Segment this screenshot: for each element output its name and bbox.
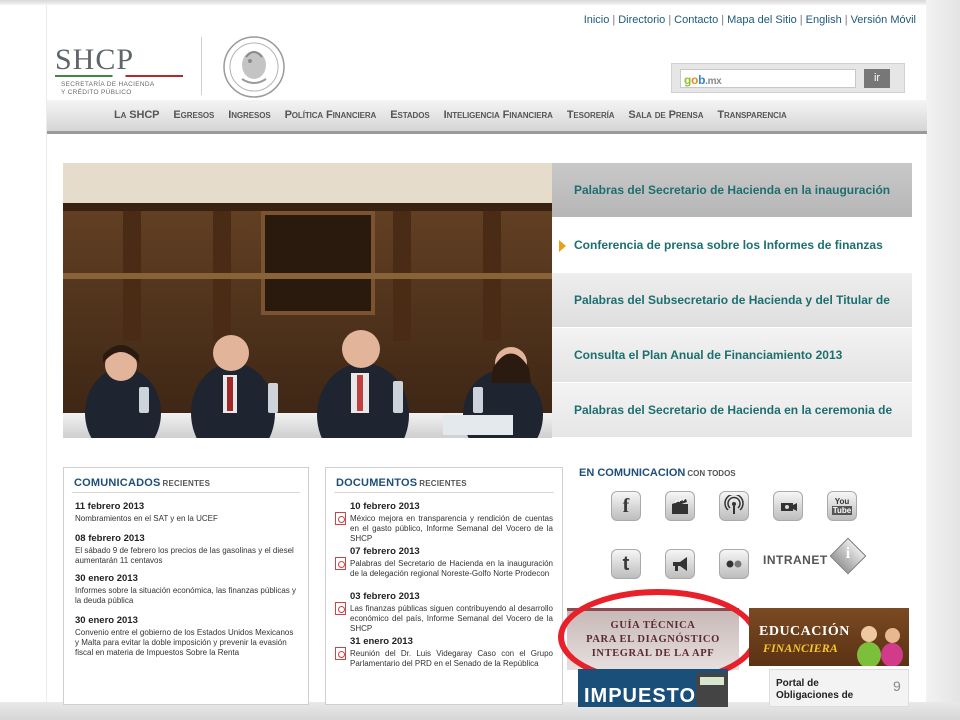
right-gutter: [926, 0, 960, 720]
nav-tesoreria[interactable]: Tesorería: [560, 100, 622, 131]
item-text[interactable]: México mejora en transparencia y rendici…: [350, 514, 553, 544]
comunicados-box: COMUNICADOS RECIENTES 11 febrero 2013 Nom…: [63, 467, 309, 705]
twitter-icon[interactable]: t: [611, 549, 641, 579]
headline-item[interactable]: Palabras del Secretario de Hacienda en l…: [552, 383, 912, 438]
kid-illustration: [857, 642, 881, 666]
edu-line-1: EDUCACIÓN: [759, 624, 850, 639]
headline-item[interactable]: Consulta el Plan Anual de Financiamiento…: [552, 328, 912, 383]
facebook-icon[interactable]: f: [611, 491, 641, 521]
item-text[interactable]: Reunión del Dr. Luis Videgaray Caso con …: [350, 649, 553, 669]
portal-obligaciones-banner[interactable]: Portal de Obligaciones de: [769, 669, 909, 707]
documento-item[interactable]: 10 febrero 2013 México mejora en transpa…: [335, 501, 553, 544]
item-date: 10 febrero 2013: [350, 501, 420, 512]
nav-inteligencia-financiera[interactable]: Inteligencia Financiera: [437, 100, 560, 131]
utility-link-inicio[interactable]: Inicio: [584, 14, 610, 26]
item-text[interactable]: Las finanzas públicas siguen contribuyen…: [350, 604, 553, 634]
kid-illustration: [885, 628, 900, 643]
documento-item[interactable]: 31 enero 2013 Reunión del Dr. Luis Videg…: [335, 636, 553, 669]
webcam-icon[interactable]: [773, 491, 803, 521]
comunicado-item[interactable]: 11 febrero 2013 Nombramientos en el SAT …: [75, 501, 297, 524]
headline-list: Palabras del Secretario de Hacienda en l…: [552, 163, 912, 438]
logo-subtitle-1: SECRETARÍA DE HACIENDA: [61, 81, 155, 88]
intranet-link[interactable]: INTRANET: [763, 553, 828, 567]
video-clapper-icon[interactable]: [665, 491, 695, 521]
utility-link-english[interactable]: English: [806, 14, 842, 26]
impuestos-banner[interactable]: IMPUESTOS: [578, 669, 728, 707]
youtube-icon[interactable]: You Tube: [827, 491, 857, 521]
comunicado-item[interactable]: 30 enero 2013 Informes sobre la situació…: [75, 573, 297, 606]
item-text[interactable]: Palabras del Secretario de Hacienda en l…: [350, 559, 553, 579]
item-date: 08 febrero 2013: [75, 533, 145, 544]
item-text[interactable]: Convenio entre el gobierno de los Estado…: [75, 628, 297, 658]
gob-mx-logo: gob.mx: [684, 73, 722, 87]
page: Inicio | Directorio | Contacto | Mapa del Siti…: [46, 5, 927, 707]
info-icon: i: [845, 545, 851, 562]
item-text[interactable]: El sábado 9 de febrero los precios de la…: [75, 546, 297, 566]
utility-link-directorio[interactable]: Directorio: [618, 14, 665, 26]
pdf-icon: [335, 557, 346, 570]
nav-sala-de-prensa[interactable]: Sala de Prensa: [621, 100, 710, 131]
headline-item[interactable]: Palabras del Secretario de Hacienda en l…: [552, 163, 912, 218]
documento-item[interactable]: 07 febrero 2013 Palabras del Secretario …: [335, 546, 553, 579]
pdf-icon: [335, 647, 346, 660]
shcp-logo[interactable]: SHCP SECRETARÍA DE HACIENDA Y CRÉDITO PÚ…: [55, 43, 187, 103]
kid-illustration: [861, 626, 877, 642]
kid-illustration: [881, 643, 903, 666]
headline-label: Conferencia de prensa sobre los Informes…: [574, 238, 883, 252]
impuestos-text: IMPUESTOS: [584, 685, 711, 707]
item-date: 31 enero 2013: [350, 636, 413, 647]
item-date: 07 febrero 2013: [350, 546, 420, 557]
megaphone-icon[interactable]: [665, 549, 695, 579]
logo-subtitle-2: Y CRÉDITO PÚBLICO: [61, 89, 132, 96]
nav-politica-financiera[interactable]: Política Financiera: [278, 100, 384, 131]
nav-estados[interactable]: Estados: [383, 100, 436, 131]
box-divider: [72, 492, 300, 493]
nav-egresos[interactable]: Egresos: [166, 100, 221, 131]
logo-tricolor-line: [55, 75, 183, 77]
utility-nav: Inicio | Directorio | Contacto | Mapa del Siti…: [583, 14, 916, 26]
item-date: 11 febrero 2013: [75, 501, 145, 512]
comunicados-title: COMUNICADOS RECIENTES: [74, 477, 211, 489]
documentos-title: DOCUMENTOS RECIENTES: [336, 477, 467, 489]
comunicado-item[interactable]: 30 enero 2013 Convenio entre el gobierno…: [75, 615, 297, 658]
item-date: 03 febrero 2013: [350, 591, 420, 602]
hero-photo[interactable]: [63, 163, 552, 438]
item-text[interactable]: Informes sobre la situación económica, l…: [75, 586, 297, 606]
utility-link-movil[interactable]: Versión Móvil: [851, 14, 916, 26]
portal-line-2: Obligaciones de: [776, 690, 854, 701]
nav-ingresos[interactable]: Ingresos: [221, 100, 277, 131]
edu-line-2: FINANCIERA: [763, 641, 838, 655]
nav-la-shcp[interactable]: La SHCP: [107, 100, 166, 131]
box-divider: [334, 492, 554, 493]
item-text[interactable]: Nombramientos en el SAT y en la UCEF: [75, 514, 297, 524]
comunicado-item[interactable]: 08 febrero 2013 El sábado 9 de febrero l…: [75, 533, 297, 566]
podcast-icon[interactable]: [719, 491, 749, 521]
headline-item[interactable]: Palabras del Subsecretario de Hacienda y…: [552, 273, 912, 328]
documento-item[interactable]: 03 febrero 2013 Las finanzas públicas si…: [335, 591, 553, 634]
item-date: 30 enero 2013: [75, 573, 138, 584]
search-box: gob.mx ir: [671, 63, 905, 93]
search-button[interactable]: ir: [864, 69, 890, 88]
pdf-icon: [335, 512, 346, 525]
utility-link-mapa[interactable]: Mapa del Sitio: [727, 14, 797, 26]
utility-link-contacto[interactable]: Contacto: [674, 14, 718, 26]
flickr-icon[interactable]: [719, 549, 749, 579]
social-title: EN COMUNICACION CON TODOS: [579, 467, 736, 479]
logo-text: SHCP: [55, 43, 135, 76]
educacion-financiera-banner[interactable]: EDUCACIÓN FINANCIERA: [749, 608, 909, 666]
headline-item-active[interactable]: Conferencia de prensa sobre los Informes…: [552, 218, 912, 273]
calculator-icon: [696, 673, 728, 707]
portal-line-1: Portal de: [776, 678, 819, 689]
page-number: 9: [893, 678, 901, 694]
documentos-box: DOCUMENTOS RECIENTES 10 febrero 2013 Méxi…: [325, 467, 563, 705]
pdf-icon: [335, 602, 346, 615]
nav-transparencia[interactable]: Transparencia: [710, 100, 793, 131]
item-date: 30 enero 2013: [75, 615, 138, 626]
main-nav: La SHCP Egresos Ingresos Política Financ…: [47, 100, 927, 134]
headline-arrow-icon: [559, 240, 566, 252]
national-seal-icon: [223, 36, 285, 98]
logo-divider: [201, 37, 202, 95]
